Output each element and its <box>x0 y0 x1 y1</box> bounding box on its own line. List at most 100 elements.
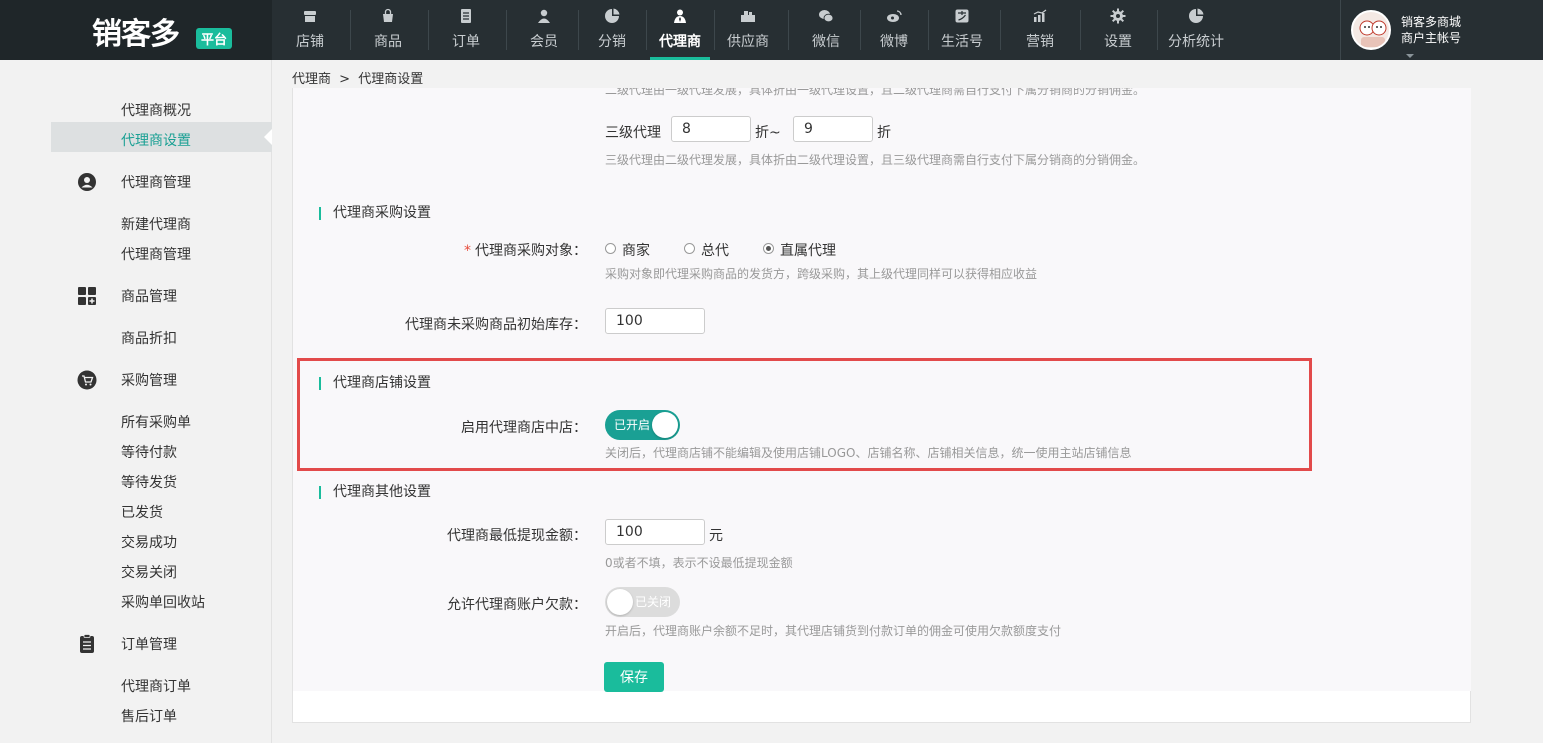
section-title-other: 代理商其他设置 <box>319 485 431 499</box>
purchase-target-label-text: 代理商采购对象： <box>475 243 587 259</box>
allow-debt-toggle[interactable]: 已关闭 <box>605 587 680 617</box>
nav-item[interactable]: 设置 <box>1093 0 1143 60</box>
weibo-icon <box>887 10 902 22</box>
nav-separator <box>646 10 647 50</box>
radio-dot-selected[interactable] <box>763 243 774 254</box>
nav-separator <box>578 10 579 50</box>
sidebar-item-new-agent[interactable]: 新建代理商 <box>121 214 191 234</box>
supplier-icon <box>741 11 755 22</box>
nav-item[interactable]: 商品 <box>363 0 413 60</box>
clipboard-icon <box>80 634 94 653</box>
level3-unit: 折 <box>877 125 891 141</box>
required-mark: * <box>464 243 471 259</box>
sidebar-item-product-discount[interactable]: 商品折扣 <box>121 328 177 348</box>
sidebar: 代理商概况 代理商设置 代理商管理 新建代理商 代理商管理 商品管理 商品折扣 … <box>51 60 272 743</box>
store-icon <box>304 11 316 22</box>
sidebar-item-agent-manage[interactable]: 代理商管理 <box>121 244 191 264</box>
alipay-icon <box>955 9 969 23</box>
gear-icon <box>1110 8 1126 24</box>
allow-debt-help: 开启后，代理商账户余额不足时，其代理店铺货到付款订单的佣金可使用欠款额度支付 <box>605 624 1062 638</box>
level2-help-text: 二级代理由一级代理发展，具体折由一级代理设置，且二级代理商需自行支付下属分销商的… <box>605 88 1146 97</box>
highlight-box <box>297 358 1312 471</box>
nav-item[interactable]: 生活号 <box>932 0 992 60</box>
save-button[interactable]: 保存 <box>604 662 664 692</box>
sidebar-item-shipped[interactable]: 已发货 <box>121 502 163 522</box>
level3-help-text: 三级代理由二级代理发展，具体折由二级代理设置，且三级代理商需自行支付下属分销商的… <box>605 153 1146 167</box>
user-menu[interactable]: 销客多商城 商户主帐号 <box>1340 0 1543 60</box>
wechat-icon <box>819 10 834 23</box>
sidebar-group-agent-management[interactable]: 代理商管理 <box>51 170 272 194</box>
level3-from-input[interactable]: 8 <box>671 116 751 142</box>
purchase-target-label: * 代理商采购对象： <box>464 240 587 260</box>
sidebar-item-awaiting-shipment[interactable]: 等待发货 <box>121 472 177 492</box>
sidebar-group-label: 商品管理 <box>121 289 177 305</box>
level3-mid-unit: 折~ <box>755 125 781 141</box>
sidebar-item-agent-settings[interactable]: 代理商设置 <box>121 130 191 150</box>
initial-stock-label: 代理商未采购商品初始库存： <box>405 317 587 333</box>
nav-item[interactable]: 店铺 <box>285 0 335 60</box>
nav-item-label: 供应商 <box>727 34 769 50</box>
min-withdraw-help: 0或者不填，表示不设最低提现金额 <box>605 556 793 570</box>
radio-dot[interactable] <box>684 243 695 254</box>
breadcrumb: 代理商 > 代理商设置 <box>292 68 423 87</box>
nav-separator <box>860 10 861 50</box>
nav-item-label: 设置 <box>1104 34 1132 50</box>
member-icon <box>538 9 550 23</box>
sidebar-item-agent-overview[interactable]: 代理商概况 <box>121 100 191 120</box>
min-withdraw-input[interactable]: 100 <box>605 519 705 545</box>
sidebar-group-label: 代理商管理 <box>121 175 191 191</box>
nav-separator <box>788 10 789 50</box>
level3-to-input[interactable]: 9 <box>793 116 873 142</box>
nav-item-label: 订单 <box>452 34 480 50</box>
nav-item[interactable]: 会员 <box>519 0 569 60</box>
min-withdraw-label: 代理商最低提现金额： <box>447 528 587 544</box>
nav-item[interactable]: 分析统计 <box>1161 0 1231 60</box>
sidebar-group-product-management[interactable]: 商品管理 <box>51 284 272 308</box>
logo[interactable]: 销客多 平台 <box>0 0 272 60</box>
nav-separator <box>506 10 507 50</box>
user-role: 商户主帐号 <box>1401 31 1462 45</box>
nav-separator <box>928 10 929 50</box>
nav-item-label: 微信 <box>812 34 840 50</box>
sidebar-item-recycle-bin[interactable]: 采购单回收站 <box>121 592 205 612</box>
nav-item-label: 商品 <box>374 34 402 50</box>
breadcrumb-root[interactable]: 代理商 <box>292 72 331 87</box>
nav-item-label: 微博 <box>880 34 908 50</box>
sidebar-item-closed[interactable]: 交易关闭 <box>121 562 177 582</box>
nav-item[interactable]: 订单 <box>441 0 491 60</box>
logo-text: 销客多 <box>92 17 180 52</box>
sidebar-group-purchase-management[interactable]: 采购管理 <box>51 368 272 392</box>
allow-debt-label: 允许代理商账户欠款： <box>447 597 587 613</box>
nav-item[interactable]: 微博 <box>869 0 919 60</box>
sidebar-group-order-management[interactable]: 订单管理 <box>51 632 272 656</box>
user-circle-icon <box>78 173 96 191</box>
nav-item[interactable]: 营销 <box>1015 0 1065 60</box>
min-withdraw-unit: 元 <box>709 528 723 544</box>
nav-item[interactable]: 分销 <box>587 0 637 60</box>
radio-label: 总代 <box>701 243 729 259</box>
radio-label: 直属代理 <box>780 243 836 259</box>
sidebar-item-completed[interactable]: 交易成功 <box>121 532 177 552</box>
nav-item[interactable]: 供应商 <box>718 0 778 60</box>
toggle-label: 已关闭 <box>635 595 672 609</box>
nav-item[interactable]: 代理商 <box>650 0 710 60</box>
nav-item-label: 生活号 <box>941 34 983 50</box>
breadcrumb-separator: > <box>339 72 351 87</box>
chevron-down-icon[interactable] <box>1406 54 1414 58</box>
sidebar-item-after-sales[interactable]: 售后订单 <box>121 706 177 726</box>
grid-icon <box>78 287 96 305</box>
nav-item-label: 会员 <box>530 34 558 50</box>
avatar[interactable] <box>1351 10 1391 50</box>
cart-icon <box>77 370 97 390</box>
initial-stock-input[interactable]: 100 <box>605 308 705 334</box>
sidebar-group-label: 订单管理 <box>121 637 177 653</box>
radio-dot[interactable] <box>605 243 616 254</box>
sidebar-item-agent-orders[interactable]: 代理商订单 <box>121 676 191 696</box>
purchase-target-help: 采购对象即代理采购商品的发货方，跨级采购，其上级代理同样可以获得相应收益 <box>605 267 1038 281</box>
sidebar-item-all-purchases[interactable]: 所有采购单 <box>121 412 191 432</box>
nav-item[interactable]: 微信 <box>801 0 851 60</box>
nav-separator <box>1080 10 1081 50</box>
logo-badge: 平台 <box>196 28 233 49</box>
sidebar-item-awaiting-payment[interactable]: 等待付款 <box>121 442 177 462</box>
nav-separator <box>1157 10 1158 50</box>
